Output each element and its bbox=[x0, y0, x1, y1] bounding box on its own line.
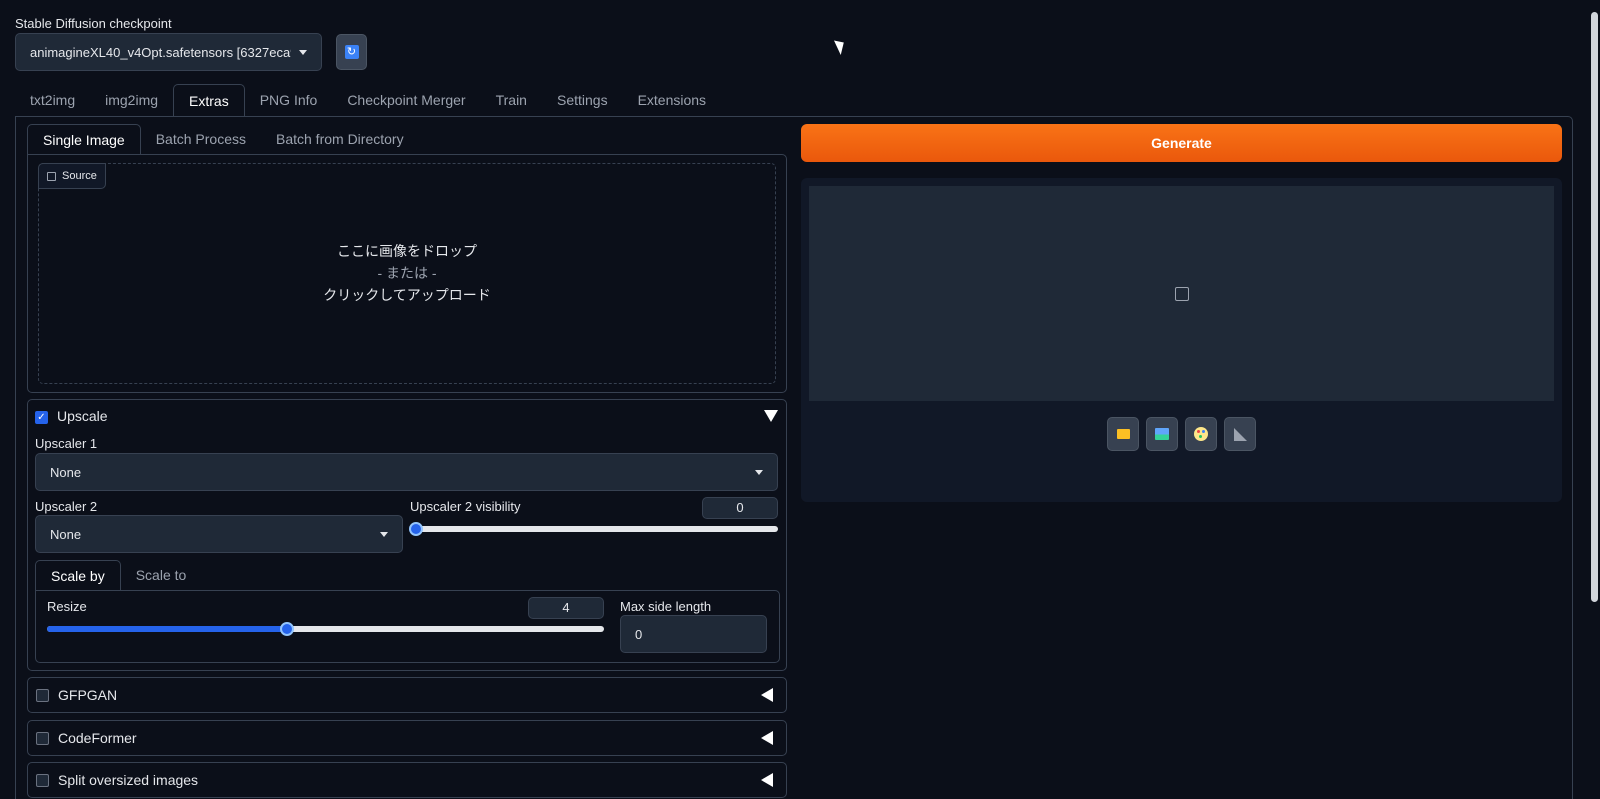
mouse-cursor-icon bbox=[833, 37, 849, 55]
tab-extras[interactable]: Extras bbox=[173, 84, 245, 117]
send-to-inpaint-button[interactable] bbox=[1185, 417, 1217, 451]
tab-settings[interactable]: Settings bbox=[542, 84, 623, 117]
chevron-down-icon bbox=[755, 469, 763, 475]
refresh-icon: ↻ bbox=[344, 45, 359, 59]
drop-instructions: ここに画像をドロップ - または - クリックしてアップロード bbox=[38, 240, 776, 306]
max-side-length-label: Max side length bbox=[620, 599, 712, 614]
tab-batch-from-directory[interactable]: Batch from Directory bbox=[261, 124, 419, 155]
resize-input[interactable]: 4 bbox=[528, 597, 604, 619]
upscaler2-visibility-input[interactable]: 0 bbox=[702, 497, 778, 519]
output-tool-buttons bbox=[1107, 417, 1256, 451]
resize-slider[interactable] bbox=[47, 622, 604, 636]
gfpgan-title: GFPGAN bbox=[58, 687, 118, 703]
tab-scale-to[interactable]: Scale to bbox=[121, 560, 202, 591]
scale-tabs: Scale by Scale to bbox=[35, 560, 201, 591]
main-tabs: txt2img img2img Extras PNG Info Checkpoi… bbox=[15, 84, 721, 117]
source-tag-label: Source bbox=[62, 170, 97, 182]
open-folder-button[interactable] bbox=[1107, 417, 1139, 451]
resize-label: Resize bbox=[47, 599, 87, 614]
generate-button[interactable]: Generate bbox=[801, 124, 1562, 162]
upscaler2-dropdown[interactable]: None bbox=[35, 515, 403, 553]
max-side-length-input[interactable]: 0 bbox=[620, 615, 767, 653]
image-icon bbox=[1155, 428, 1169, 440]
upscaler2-label: Upscaler 2 bbox=[35, 499, 98, 514]
slider-thumb[interactable] bbox=[279, 622, 294, 636]
slider-fill bbox=[47, 626, 287, 632]
tab-png-info[interactable]: PNG Info bbox=[245, 84, 333, 117]
upscaler1-label: Upscaler 1 bbox=[35, 436, 98, 451]
drop-line-3: クリックしてアップロード bbox=[323, 287, 491, 303]
tab-extensions[interactable]: Extensions bbox=[623, 84, 721, 117]
source-tag: Source bbox=[38, 163, 106, 189]
slider-thumb[interactable] bbox=[409, 522, 423, 536]
upscaler1-value: None bbox=[50, 464, 82, 480]
gfpgan-accordion[interactable]: GFPGAN bbox=[27, 677, 787, 713]
drop-line-1: ここに画像をドロップ bbox=[337, 243, 477, 259]
upscaler1-dropdown[interactable]: None bbox=[35, 453, 778, 491]
palette-icon bbox=[1194, 427, 1208, 441]
codeformer-accordion[interactable]: CodeFormer bbox=[27, 720, 787, 756]
tab-txt2img[interactable]: txt2img bbox=[15, 84, 90, 117]
chevron-down-icon bbox=[299, 49, 307, 55]
tab-scale-by[interactable]: Scale by bbox=[35, 560, 121, 591]
tab-checkpoint-merger[interactable]: Checkpoint Merger bbox=[332, 84, 480, 117]
output-image-placeholder bbox=[809, 186, 1554, 401]
refresh-checkpoint-button[interactable]: ↻ bbox=[336, 34, 367, 70]
drop-line-2: - または - bbox=[377, 265, 437, 281]
codeformer-checkbox[interactable] bbox=[36, 731, 49, 745]
codeformer-title: CodeFormer bbox=[58, 730, 137, 746]
checkpoint-value: animagineXL40_v4Opt.safetensors [6327eca… bbox=[30, 44, 291, 60]
upscale-checkbox[interactable]: ✓ bbox=[35, 411, 48, 424]
split-oversized-checkbox[interactable] bbox=[36, 773, 49, 787]
tab-batch-process[interactable]: Batch Process bbox=[141, 124, 261, 155]
upscale-title: Upscale bbox=[57, 408, 108, 424]
ruler-icon bbox=[1233, 427, 1247, 441]
scrollbar-thumb[interactable] bbox=[1591, 12, 1598, 602]
checkpoint-dropdown[interactable]: animagineXL40_v4Opt.safetensors [6327eca… bbox=[15, 33, 322, 71]
extras-sub-tabs: Single Image Batch Process Batch from Di… bbox=[27, 124, 419, 155]
checkpoint-label: Stable Diffusion checkpoint bbox=[15, 16, 172, 31]
send-to-img2img-button[interactable] bbox=[1146, 417, 1178, 451]
max-side-length-value: 0 bbox=[635, 626, 643, 642]
split-oversized-accordion[interactable]: Split oversized images bbox=[27, 762, 787, 798]
tab-img2img[interactable]: img2img bbox=[90, 84, 173, 117]
tab-single-image[interactable]: Single Image bbox=[27, 124, 141, 155]
upscaler2-visibility-slider[interactable] bbox=[409, 522, 778, 536]
gfpgan-checkbox[interactable] bbox=[36, 688, 49, 702]
tab-train[interactable]: Train bbox=[481, 84, 542, 117]
split-oversized-title: Split oversized images bbox=[58, 772, 199, 788]
upscaler2-value: None bbox=[50, 526, 82, 542]
collapse-triangle-icon[interactable] bbox=[764, 410, 778, 422]
folder-icon bbox=[1116, 429, 1130, 439]
chevron-down-icon bbox=[380, 531, 388, 537]
image-icon bbox=[1174, 286, 1189, 301]
expand-triangle-icon[interactable] bbox=[761, 773, 773, 787]
upscaler2-visibility-label: Upscaler 2 visibility bbox=[410, 499, 521, 514]
expand-triangle-icon[interactable] bbox=[761, 688, 773, 702]
expand-triangle-icon[interactable] bbox=[761, 731, 773, 745]
send-to-extras-button[interactable] bbox=[1224, 417, 1256, 451]
image-icon bbox=[47, 171, 56, 181]
